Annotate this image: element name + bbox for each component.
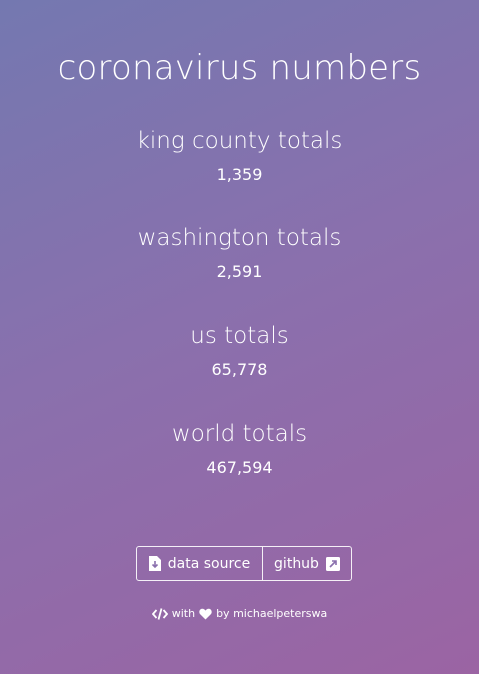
data-source-button[interactable]: data source <box>137 547 263 580</box>
link-button-group: data source github <box>136 546 352 581</box>
stat-world: world totals 467,594 <box>0 419 479 478</box>
external-link-icon <box>325 556 340 571</box>
stat-label: us totals <box>190 323 289 349</box>
heart-icon <box>199 608 212 620</box>
code-icon <box>151 607 168 620</box>
stat-king-county: king county totals 1,359 <box>0 126 479 185</box>
stat-label: world totals <box>171 421 308 447</box>
github-button[interactable]: github <box>263 547 351 580</box>
stat-value: 1,359 <box>216 165 263 184</box>
footer-with-text: with <box>171 607 196 620</box>
stat-washington: washington totals 2,591 <box>0 223 479 282</box>
stat-us: us totals 65,778 <box>0 321 479 380</box>
stat-label: king county totals <box>136 128 343 154</box>
stat-value: 467,594 <box>206 458 273 477</box>
page-title: coronavirus numbers <box>57 48 422 88</box>
file-download-icon <box>148 556 161 571</box>
footer: with by michaelpeterswa <box>0 607 479 620</box>
github-label: github <box>274 555 319 572</box>
data-source-label: data source <box>167 555 251 572</box>
stat-value: 2,591 <box>216 262 263 281</box>
stat-label: washington totals <box>137 225 342 251</box>
footer-author-link[interactable]: by michaelpeterswa <box>216 607 327 620</box>
stat-value: 65,778 <box>211 360 268 379</box>
